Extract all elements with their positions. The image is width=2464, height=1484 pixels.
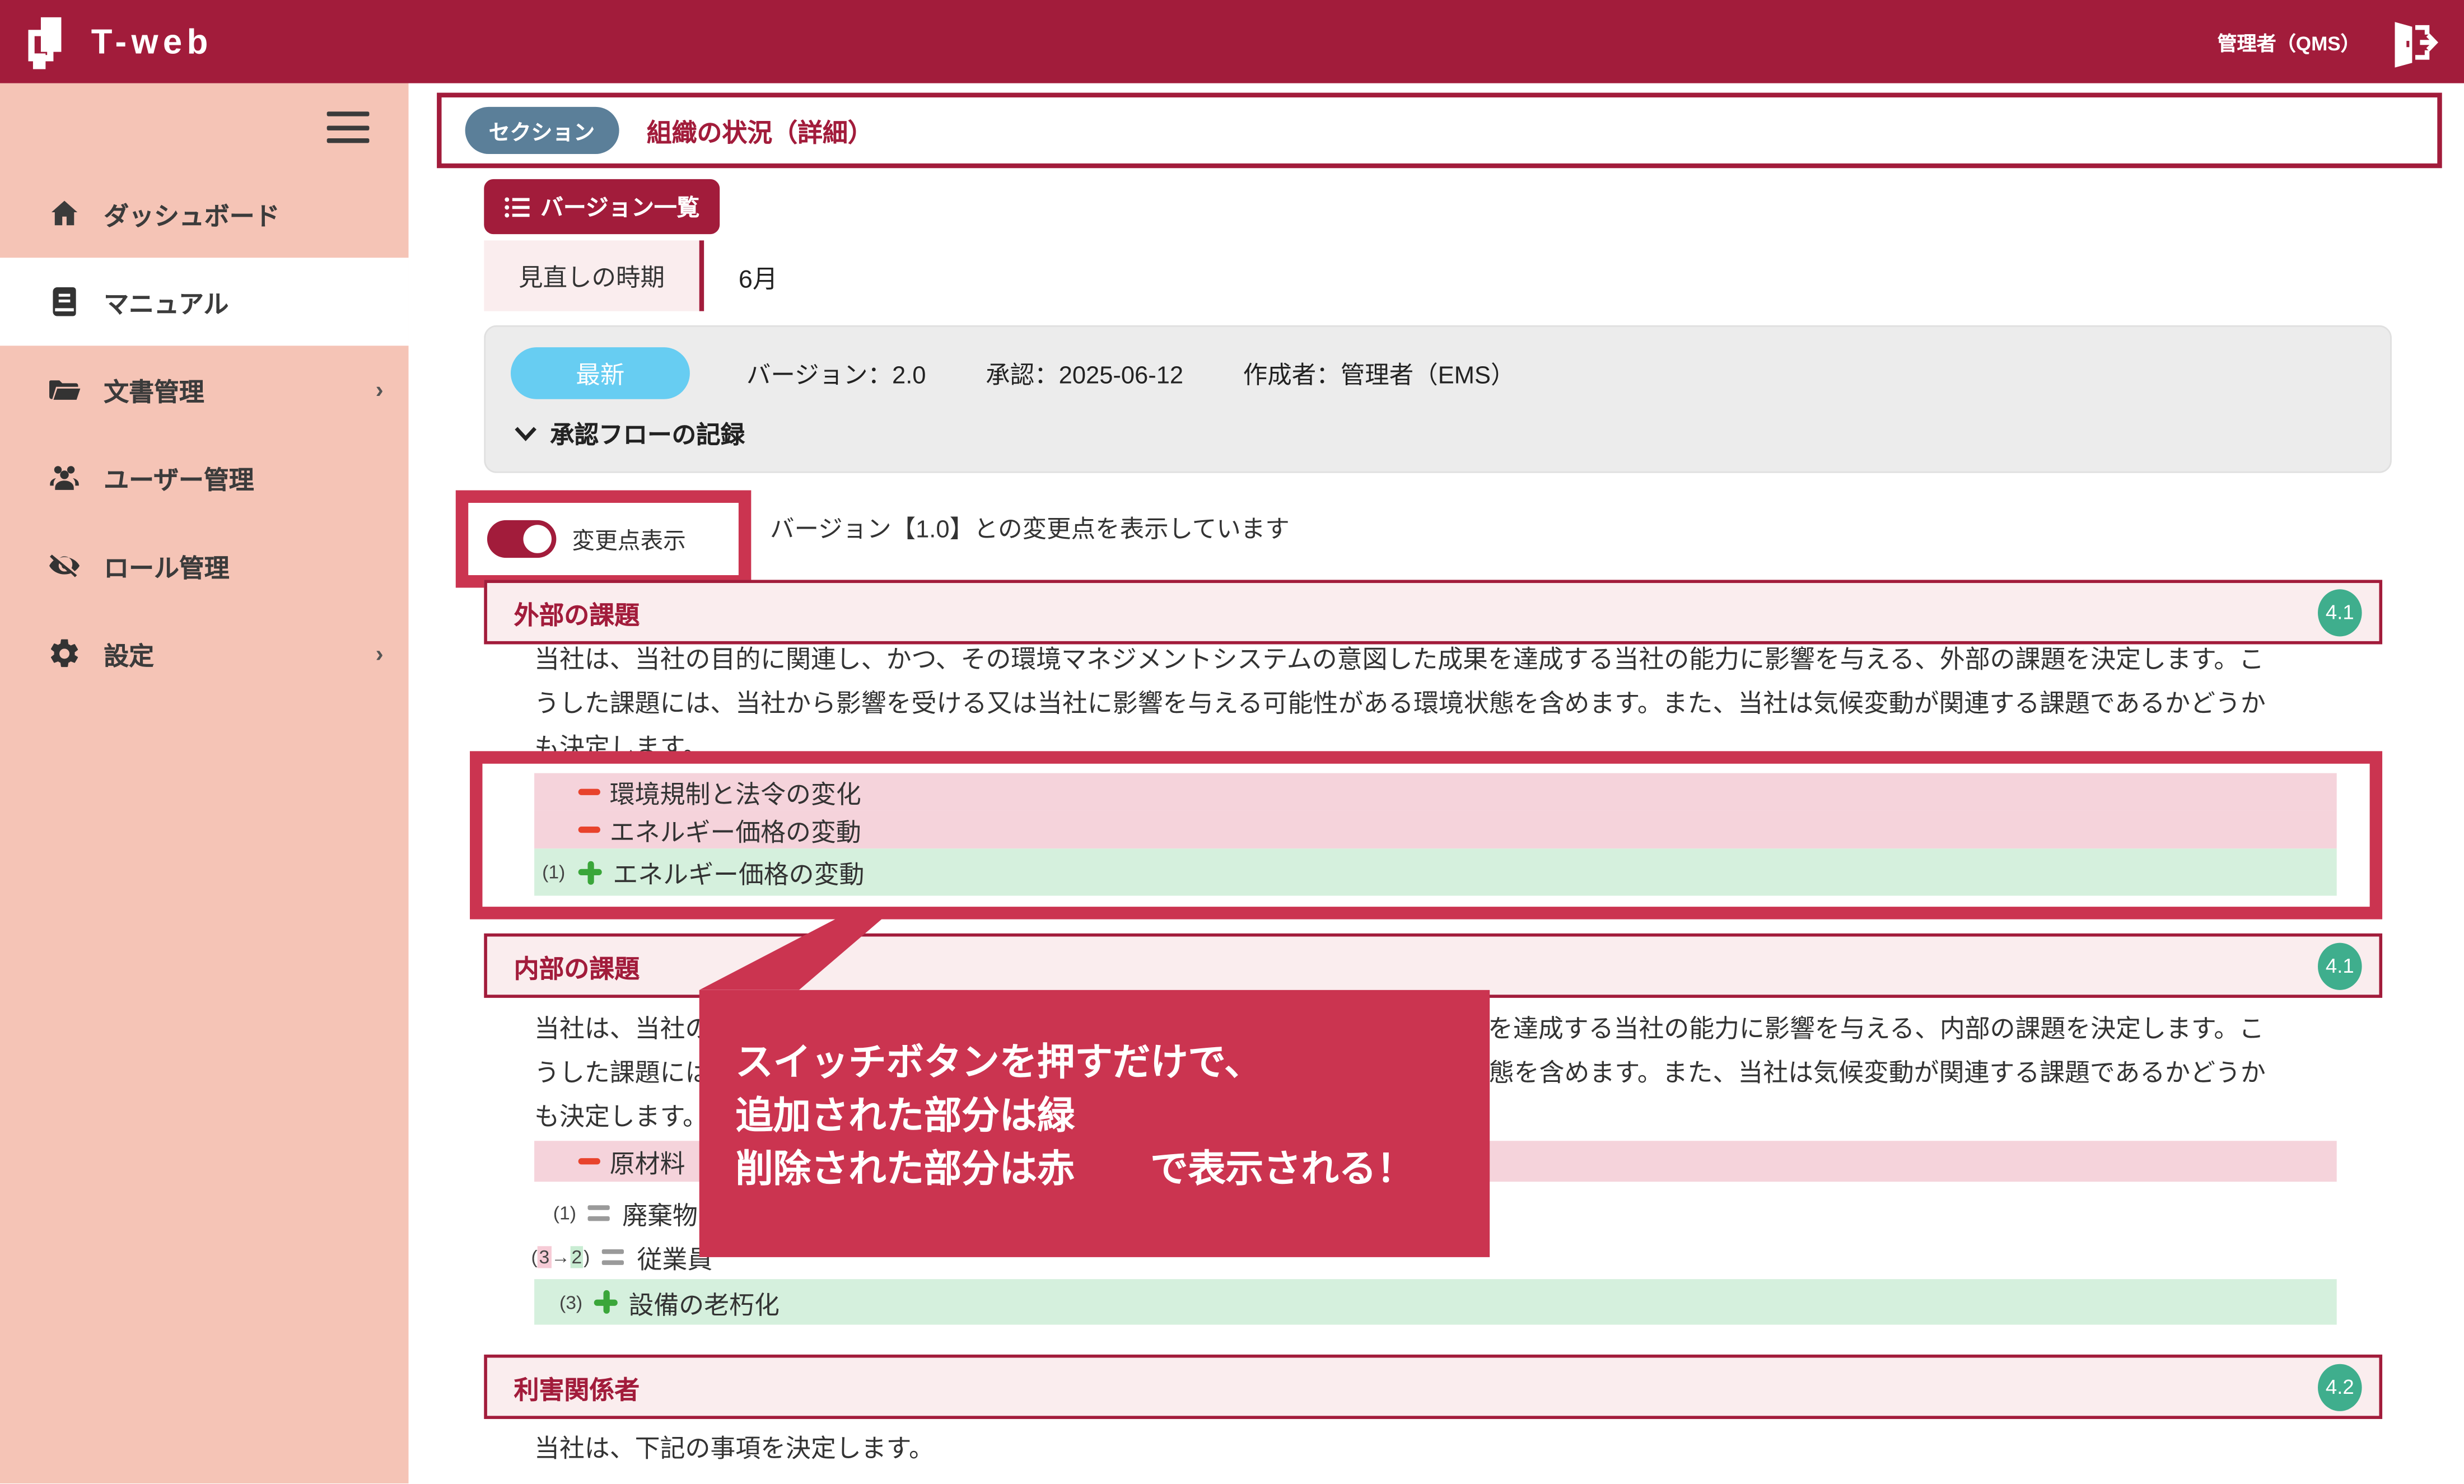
plus-icon [578,860,602,884]
book-icon [47,284,82,319]
sidebar-item-label: 設定 [104,635,154,673]
clause-badge: 4.1 [2318,589,2362,636]
version-list-label: バージョン一覧 [540,190,699,223]
diff-row-removed: エネルギー価格の変動 [534,811,2337,848]
diff-list-external: 環境規制と法令の変化 エネルギー価格の変動 (1) エネルギー価格の変動 [534,773,2337,896]
clause-badge: 4.1 [2318,942,2362,989]
minus-icon [578,827,600,833]
user-label: 管理者（QMS） [2217,27,2360,57]
diff-text: 環境規制と法令の変化 [610,773,861,811]
folder-open-icon [47,372,82,407]
chevron-right-icon: › [376,376,384,403]
sidebar-item-label: ダッシュボード [104,195,279,232]
author: 作成者：管理者（EMS） [1243,356,1515,391]
diff-status-text: バージョン【1.0】との変更点を表示しています [770,512,1290,550]
body-line: 当社は、下記の事項を決定します。 [534,1429,2357,1473]
sidebar-item-label: ユーザー管理 [104,459,254,496]
page-title-box: セクション 組織の状況（詳細） [437,93,2442,169]
sidebar-item-users[interactable]: ユーザー管理 [0,433,409,521]
app-logo[interactable]: T-web [22,12,213,72]
app-logo-icon [22,12,75,72]
app-title: T-web [91,21,213,62]
chevron-down-icon [514,426,538,441]
diff-row-removed: 環境規制と法令の変化 [534,773,2337,811]
diff-text: エネルギー価格の変動 [613,853,864,891]
diff-text: 原材料 [610,1142,685,1180]
review-period-row: 見直しの時期 6月 [484,240,778,311]
section-header-external: 外部の課題 4.1 [484,580,2382,644]
review-period-label: 見直しの時期 [484,240,704,311]
main-content: セクション 組織の状況（詳細） バージョン一覧 見直しの時期 6月 最新 バージ… [409,83,2464,1484]
version-meta-box: 最新 バージョン：2.0 承認：2025-06-12 作成者：管理者（EMS） … [484,325,2392,473]
sidebar-item-label: ロール管理 [104,547,230,585]
clause-badge: 4.2 [2318,1363,2362,1410]
diff-prefix: (1) [542,861,578,883]
tutorial-callout: スイッチボタンを押すだけで、 追加された部分は緑 削除された部分は赤 で表示され… [699,990,1490,1257]
minus-icon [578,789,600,795]
new-number-highlight: 2 [570,1246,584,1268]
body-line: うした課題には、当社から影響を受ける又は当社に影響を与える可能性がある環境状態を… [534,684,2357,728]
gear-icon [47,636,82,671]
version-list-button[interactable]: バージョン一覧 [484,179,720,234]
diff-text: エネルギー価格の変動 [610,811,861,848]
page-title: 組織の状況（詳細） [647,111,873,149]
minus-icon [578,1158,600,1164]
section-type-badge: セクション [465,107,619,154]
sidebar-item-dashboard[interactable]: ダッシュボード [0,170,409,258]
sidebar-item-documents[interactable]: 文書管理 › [0,346,409,433]
equals-icon [587,1205,609,1221]
home-icon [47,197,82,231]
diff-row-added: (3) 設備の老朽化 [534,1279,2337,1324]
menu-icon[interactable] [327,111,370,143]
chevron-right-icon: › [376,640,384,667]
logout-icon[interactable] [2388,16,2439,67]
sidebar-item-label: 文書管理 [104,371,204,408]
eye-off-icon [47,548,82,583]
annotation-rect-toggle: 変更点表示 [456,491,752,588]
section-title: 外部の課題 [514,593,640,631]
approval-flow-label: 承認フローの記録 [550,417,745,451]
body-line: 当社は、当社の目的に関連し、かつ、その環境マネジメントシステムの意図した成果を達… [534,640,2357,684]
sidebar-item-roles[interactable]: ロール管理 [0,522,409,610]
app-window: T-web 管理者（QMS） ダッシュボード マニュアル [0,0,2464,1484]
diff-prefix: (1) [553,1202,588,1224]
diff-prefix: (3→2) [531,1246,590,1268]
sidebar-item-label: マニュアル [104,283,228,320]
section-body-external: 当社は、当社の目的に関連し、かつ、その環境マネジメントシステムの意図した成果を達… [534,640,2357,772]
app-header: T-web 管理者（QMS） [0,0,2464,83]
old-number-highlight: 3 [538,1246,551,1268]
body-line: も決定します。 [534,727,2357,772]
version-number: バージョン：2.0 [746,356,926,391]
diff-text: 廃棄物 [622,1194,698,1232]
diff-row-added: (1) エネルギー価格の変動 [534,848,2337,895]
sidebar: ダッシュボード マニュアル 文書管理 › [0,83,409,1484]
approval-date: 承認：2025-06-12 [986,356,1183,391]
latest-badge: 最新 [511,347,690,399]
callout-line: 追加された部分は緑 [735,1090,1490,1144]
section-title: 利害関係者 [514,1368,640,1406]
list-icon [505,195,530,217]
sidebar-item-manual[interactable]: マニュアル [0,258,409,346]
callout-line: 削除された部分は赤 で表示される！ [735,1144,1490,1197]
sidebar-item-settings[interactable]: 設定 › [0,610,409,698]
diff-toggle-label: 変更点表示 [572,522,685,556]
approval-flow-toggle[interactable]: 承認フローの記録 [514,417,745,451]
section-title: 内部の課題 [514,947,640,984]
diff-text: 設備の老朽化 [628,1283,779,1320]
section-header-stakeholders: 利害関係者 4.2 [484,1355,2382,1419]
diff-toggle-switch[interactable] [487,520,556,558]
section-body-stakeholders: 当社は、下記の事項を決定します。 ・環境マネジメントシステムに関連する利害関係者 [534,1429,2357,1484]
diff-prefix: (3) [559,1291,594,1313]
callout-line: スイッチボタンを押すだけで、 [735,1037,1490,1090]
users-icon [47,460,82,495]
equals-icon [603,1249,624,1265]
plus-icon [594,1290,618,1314]
review-period-value: 6月 [739,257,778,295]
